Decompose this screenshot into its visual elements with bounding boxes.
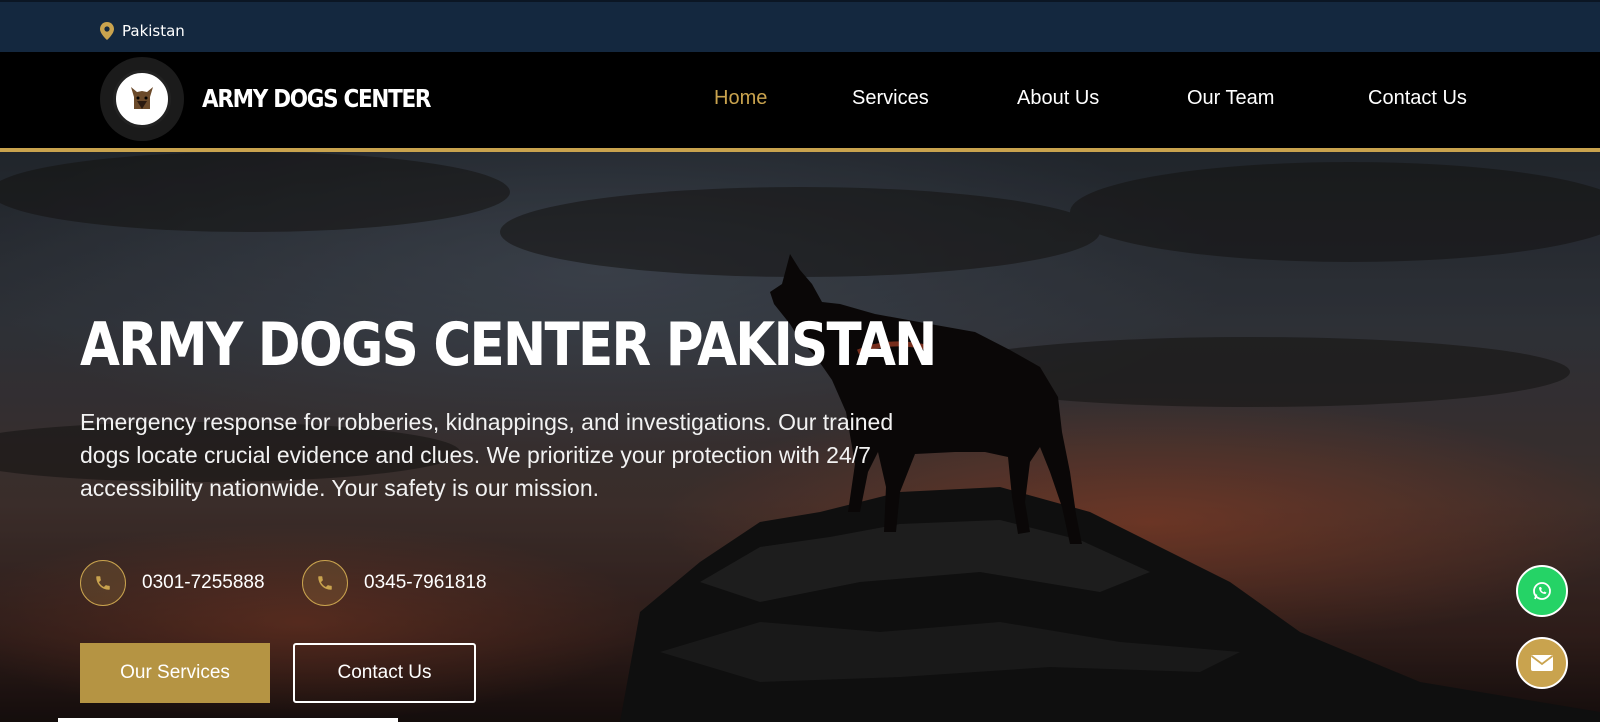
- phone-icon: [302, 560, 348, 606]
- progress-line: [58, 718, 398, 722]
- phone-1[interactable]: 0301-7255888: [80, 560, 265, 606]
- hero-title: ARMY DOGS CENTER PAKISTAN: [80, 310, 937, 380]
- nav-services[interactable]: Services: [852, 87, 929, 110]
- our-services-button[interactable]: Our Services: [80, 643, 270, 703]
- nav-home[interactable]: Home: [714, 87, 767, 110]
- phone-2[interactable]: 0345-7961818: [302, 560, 487, 606]
- nav-about-us[interactable]: About Us: [1017, 87, 1099, 110]
- location: Pakistan: [100, 22, 185, 40]
- whatsapp-button[interactable]: [1516, 565, 1568, 617]
- logo[interactable]: [100, 57, 184, 141]
- phone-number[interactable]: 0345-7961818: [364, 572, 487, 594]
- phone-number[interactable]: 0301-7255888: [142, 572, 265, 594]
- mail-icon: [1530, 655, 1554, 671]
- nav-our-team[interactable]: Our Team: [1187, 87, 1274, 110]
- map-pin-icon: [100, 22, 114, 40]
- nav-contact-us[interactable]: Contact Us: [1368, 87, 1467, 110]
- dog-logo-icon: [131, 87, 153, 109]
- brand-name[interactable]: ARMY DOGS CENTER: [202, 84, 431, 113]
- main-navbar: ARMY DOGS CENTER Home Services About Us …: [0, 52, 1600, 152]
- hero-section: ARMY DOGS CENTER PAKISTAN Emergency resp…: [0, 152, 1600, 722]
- logo-badge: [113, 70, 171, 128]
- contact-us-button[interactable]: Contact Us: [293, 643, 476, 703]
- top-bar: Pakistan: [0, 0, 1600, 52]
- hero-description: Emergency response for robberies, kidnap…: [80, 409, 894, 501]
- phone-icon: [80, 560, 126, 606]
- mail-button[interactable]: [1516, 637, 1568, 689]
- location-text: Pakistan: [122, 22, 185, 40]
- whatsapp-icon: [1533, 582, 1551, 600]
